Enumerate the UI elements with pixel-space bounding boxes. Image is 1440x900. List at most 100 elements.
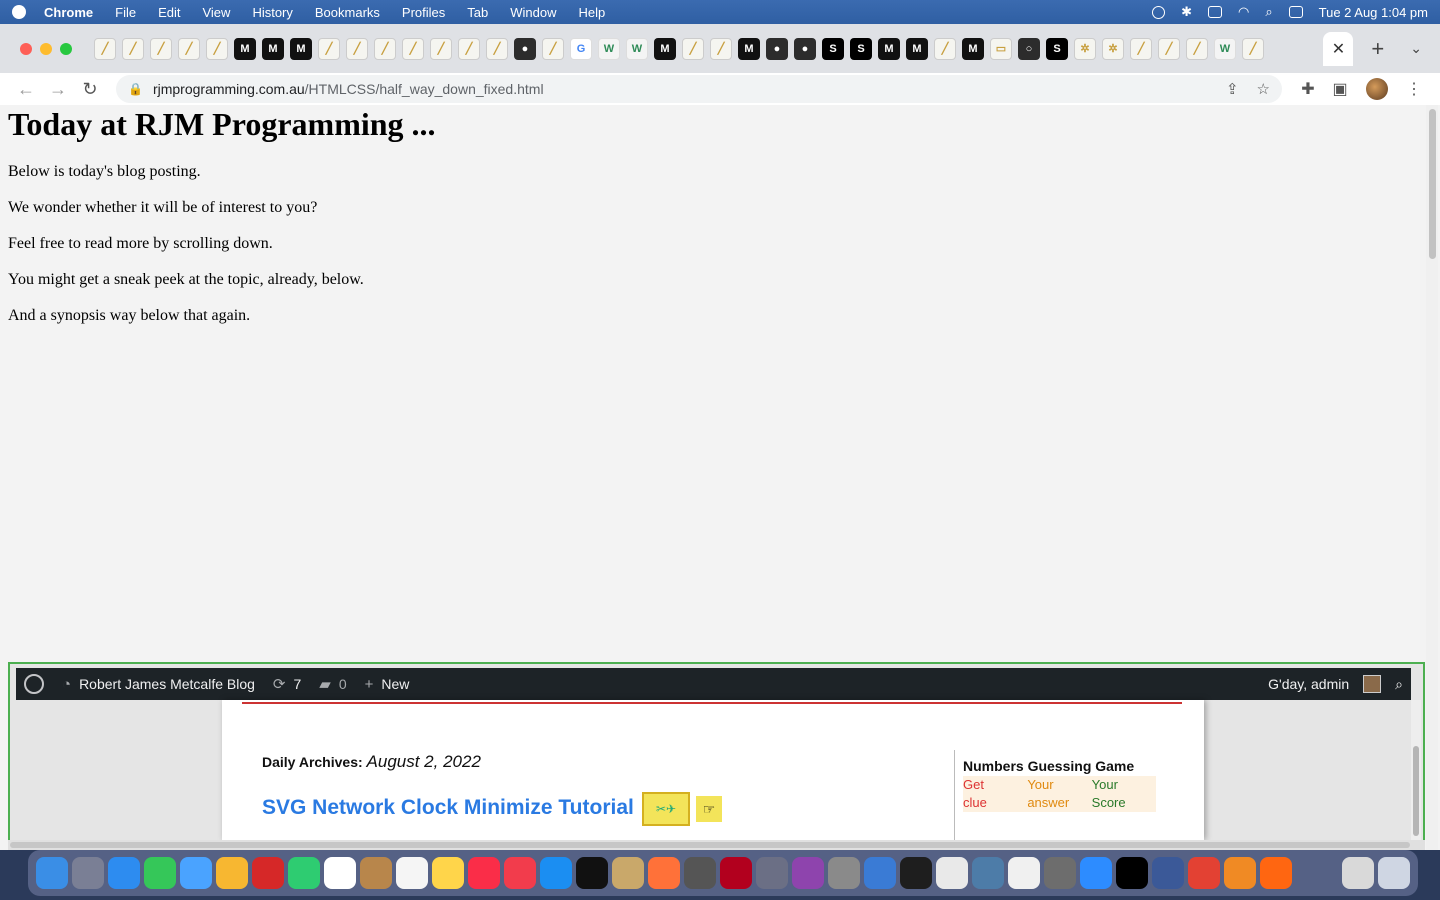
address-bar[interactable]: 🔒 rjmprogramming.com.au/HTMLCSS/half_way… [116, 75, 1282, 103]
tab-favicon[interactable]: M [962, 37, 984, 60]
tab-favicon[interactable]: ╱ [178, 37, 200, 60]
tab-favicon[interactable]: ╱ [206, 37, 228, 60]
tab-favicon[interactable]: ╱ [374, 37, 396, 60]
app-store-icon[interactable] [540, 857, 572, 889]
tab-favicon[interactable]: ● [514, 37, 536, 60]
admin-bar-new[interactable]: + New [365, 676, 410, 693]
tab-favicon[interactable]: ╱ [1242, 37, 1264, 60]
your-answer-link[interactable]: Your answer [1027, 776, 1091, 812]
calendar-icon[interactable] [324, 857, 356, 889]
menu-file[interactable]: File [115, 5, 136, 20]
podcasts-icon[interactable] [792, 857, 824, 889]
tab-favicon[interactable]: ● [794, 37, 816, 60]
quicktime-icon[interactable] [1152, 857, 1184, 889]
preview-icon[interactable] [972, 857, 1004, 889]
control-center-icon[interactable] [1288, 6, 1303, 18]
firefox-icon[interactable] [648, 857, 680, 889]
safari-icon[interactable] [108, 857, 140, 889]
tab-favicon[interactable]: ╱ [458, 37, 480, 60]
side-panel-icon[interactable]: ▣ [1324, 79, 1356, 99]
tab-favicon[interactable]: ╱ [1186, 37, 1208, 60]
contacts-icon[interactable] [360, 857, 392, 889]
active-tab[interactable]: ✕ [1323, 31, 1354, 66]
bookmark-star-icon[interactable]: ☆ [1257, 80, 1270, 98]
intellij-icon[interactable] [1116, 857, 1148, 889]
share-icon[interactable]: ⇪ [1226, 80, 1239, 98]
tab-favicon[interactable]: S [822, 37, 844, 60]
menu-help[interactable]: Help [579, 5, 606, 20]
tab-favicon[interactable]: W [626, 37, 648, 60]
tab-favicon[interactable]: ╱ [486, 37, 508, 60]
minimize-window-button[interactable] [40, 42, 52, 55]
xcode-icon[interactable] [864, 857, 896, 889]
menu-bookmarks[interactable]: Bookmarks [315, 5, 380, 20]
tab-favicon[interactable]: ✲ [1102, 37, 1124, 60]
bluetooth-icon[interactable]: ✱ [1181, 4, 1192, 20]
tab-favicon[interactable]: ╱ [94, 37, 116, 60]
apple-menu-icon[interactable] [12, 5, 26, 19]
blog-iframe[interactable]: ◔ Robert James Metcalfe Blog ⟳ 7 ▰ 0 + N… [8, 662, 1425, 840]
admin-bar-comments[interactable]: ▰ 0 [319, 675, 346, 693]
get-clue-link[interactable]: Get clue [963, 776, 1027, 812]
spotlight-search-icon[interactable]: ⌕ [1265, 4, 1272, 20]
music-file-icon[interactable] [1342, 857, 1374, 889]
chrome-menu-icon[interactable]: ⋮ [1398, 79, 1430, 99]
tab-favicon[interactable]: M [262, 37, 284, 60]
music-icon[interactable] [468, 857, 500, 889]
apple-tv-icon[interactable] [576, 857, 608, 889]
extensions-puzzle-icon[interactable]: ✚ [1292, 79, 1324, 99]
lock-icon[interactable]: 🔒 [128, 82, 143, 96]
finder-icon[interactable] [36, 857, 68, 889]
tab-favicon[interactable]: ╱ [542, 37, 564, 60]
gimp-icon[interactable] [1044, 857, 1076, 889]
reminders-icon[interactable] [396, 857, 428, 889]
tab-favicon[interactable]: M [906, 37, 928, 60]
tab-favicon[interactable]: M [290, 37, 312, 60]
tab-favicon[interactable]: ▭ [990, 37, 1012, 60]
firefox-dev-icon[interactable] [1260, 857, 1292, 889]
menu-history[interactable]: History [252, 5, 292, 20]
tab-favicon[interactable]: ╱ [934, 37, 956, 60]
tab-favicon[interactable]: ╱ [430, 37, 452, 60]
textedit-icon[interactable] [1008, 857, 1040, 889]
calculator-icon[interactable] [684, 857, 716, 889]
search-icon[interactable]: ⌕ [1395, 676, 1403, 693]
page-scrollbar-thumb[interactable] [1429, 109, 1436, 259]
tab-favicon[interactable]: ╱ [1158, 37, 1180, 60]
close-window-button[interactable] [20, 42, 32, 55]
tab-favicon[interactable]: ╱ [710, 37, 732, 60]
wordpress-logo-icon[interactable] [24, 674, 44, 694]
sequel-pro-icon[interactable] [936, 857, 968, 889]
books-icon[interactable] [1224, 857, 1256, 889]
news-icon[interactable] [504, 857, 536, 889]
tab-favicon[interactable]: ╱ [682, 37, 704, 60]
your-score-link[interactable]: Your Score [1092, 776, 1156, 812]
notes-icon[interactable] [432, 857, 464, 889]
pointing-hand-icon[interactable]: ☞ [696, 796, 722, 822]
tab-favicon[interactable]: ╱ [122, 37, 144, 60]
photos-icon[interactable] [216, 857, 248, 889]
forward-arrow-icon[interactable]: → [42, 79, 74, 100]
zoom-window-button[interactable] [60, 42, 72, 55]
tab-favicon[interactable]: ╱ [1130, 37, 1152, 60]
admin-bar-updates[interactable]: ⟳ 7 [273, 675, 301, 693]
horizontal-scrollbar-thumb[interactable] [10, 842, 1410, 848]
menu-window[interactable]: Window [510, 5, 556, 20]
tab-favicon[interactable]: ╱ [402, 37, 424, 60]
greeting[interactable]: G'day, admin [1268, 676, 1349, 692]
tab-favicon[interactable]: W [1214, 37, 1236, 60]
back-arrow-icon[interactable]: ← [10, 79, 42, 100]
iframe-scrollbar-thumb[interactable] [1413, 746, 1419, 836]
tab-favicon[interactable]: S [1046, 37, 1068, 60]
reload-icon[interactable]: ↻ [74, 79, 106, 100]
terminal-icon[interactable] [900, 857, 932, 889]
facetime-icon[interactable] [288, 857, 320, 889]
menu-edit[interactable]: Edit [158, 5, 180, 20]
menubar-clock[interactable]: Tue 2 Aug 1:04 pm [1319, 5, 1428, 20]
menu-view[interactable]: View [202, 5, 230, 20]
admin-avatar[interactable] [1363, 675, 1382, 693]
post-thumbnail-icon[interactable]: ✂✈ [642, 792, 690, 826]
battery-icon[interactable] [1208, 6, 1222, 18]
tab-search-chevron-icon[interactable]: ⌄ [1410, 40, 1422, 57]
tab-favicon[interactable]: S [850, 37, 872, 60]
